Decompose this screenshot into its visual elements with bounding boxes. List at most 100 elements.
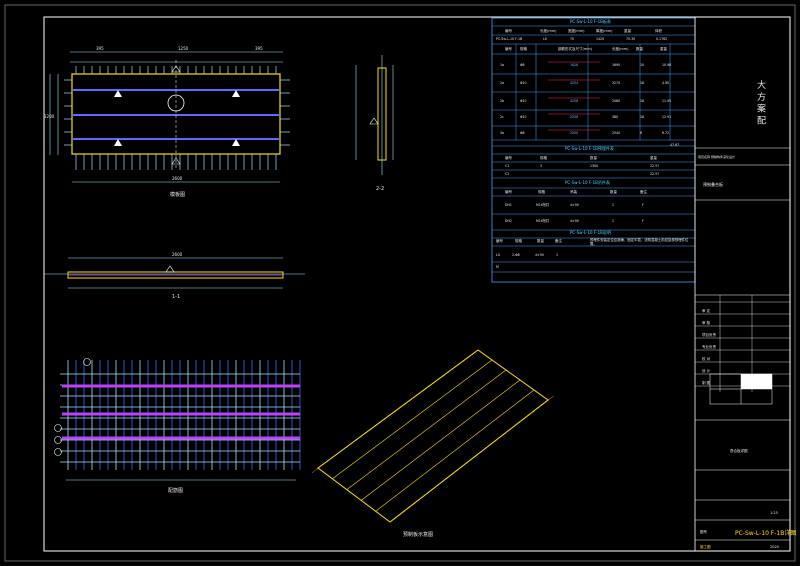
drawing-line (452, 469, 459, 475)
isometric-view: 预制板示意图 (311, 349, 555, 538)
drawing-line (379, 417, 387, 424)
dim-top-1: 395 (96, 46, 104, 51)
drawing-line (528, 410, 535, 415)
plank-h5: 体积 (655, 28, 663, 33)
rebar-table-cell: 2540 (612, 131, 620, 135)
drawing-line (326, 457, 333, 463)
embed-r1c3: 22.57 (650, 172, 659, 176)
rebar-table-cell: 4254 (570, 81, 578, 85)
drawing-line (437, 480, 444, 486)
rebar-table-cell: 2500 (570, 131, 578, 135)
section-1-label: 1-1 (172, 294, 180, 300)
rebar-table-cell: 3270 (612, 81, 620, 85)
drawing-line (509, 425, 516, 430)
embed-table-title: PC-Sw-L-10 F-1B预埋件表 (565, 145, 614, 151)
drawing-line (519, 418, 526, 423)
rebar-table-cell: 18 (640, 115, 644, 119)
rebar-table-cell: 3a (500, 131, 504, 135)
rebar-table-cell: 2b (500, 99, 504, 103)
drawing-line (423, 491, 430, 497)
rebar-table-cell: Φ8 (520, 131, 525, 135)
drawing-line (471, 454, 478, 460)
drawing-line (321, 460, 328, 467)
drawing-line (418, 495, 425, 500)
tb-row-2: 项目负责 (702, 332, 716, 337)
rebar-h1: 规格 (520, 46, 528, 51)
tables-area: PC-Sw-L-10 F-1B板表 编号 长度(mm) 宽度(mm) 厚度(mm… (491, 17, 696, 283)
embed-r0c0: C1 (505, 164, 509, 168)
dim-left: 1200 (44, 114, 55, 119)
drawing-line (457, 360, 464, 366)
rebar-table-cell: 18 (640, 81, 644, 85)
drawing-line (374, 421, 382, 427)
note-r0c0: LG (496, 253, 501, 257)
drawing-line (394, 407, 401, 413)
rebar-table-cell: Φ10 (520, 99, 527, 103)
scale: 1:25 (770, 511, 778, 515)
drawing-line (514, 421, 521, 427)
drawing-line (389, 517, 397, 523)
drawing-line (490, 440, 497, 445)
rebar-table-cell: 10.98 (662, 63, 671, 67)
drawing-line (485, 443, 492, 449)
note-text-wrap: 预埋件安装定位应准确，固定牢靠，浇筑混凝土前应复核预埋件位置。 (590, 238, 689, 247)
lift-r0c4: F (642, 203, 644, 207)
drawing-line (533, 406, 540, 412)
lift-h3: 数量 (610, 189, 618, 194)
rebar-table-cell: 1690 (612, 63, 620, 67)
drawing-line (437, 374, 445, 381)
drawing-line (447, 367, 454, 374)
plank-r0c3: 1420 (596, 37, 604, 41)
drawing-number: PC-Sw-L-10 F-1B详图 (735, 529, 796, 537)
plank-h1: 长度(mm) (540, 28, 557, 33)
dim-bottom: 2600 (172, 176, 183, 181)
note-text: 预埋件安装定位应准确，固定牢靠，浇筑混凝土前应复核预埋件位置。 (590, 238, 689, 247)
drawing-line (447, 473, 454, 478)
plank-r0c0: PC-Sw-L-10 F-1B (496, 37, 522, 41)
embed-r0c2: 1300 (590, 164, 598, 168)
rebar-table-cell: 2080 (612, 99, 620, 103)
project-name: 大 方 案 配 (755, 79, 766, 126)
rebar-table-cell: 6.72 (662, 131, 669, 135)
rebar-table-cell: 4.90 (662, 81, 669, 85)
embed-h2: 数量 (590, 155, 598, 160)
embed-h1: 规格 (540, 155, 548, 160)
tb-row-6: 制 图 (702, 380, 711, 385)
sheet-outer-frame (4, 4, 796, 562)
drawing-line (336, 449, 343, 456)
drawing-line (442, 477, 449, 482)
lift-r1c0: DH2 (505, 219, 512, 223)
section-2-label: 2-2 (376, 186, 384, 192)
drawing-line (456, 466, 464, 471)
drawing-line (466, 458, 473, 464)
rebar-table-cell: 1626 (570, 63, 578, 67)
drawing-title: 叠合板详图 (730, 448, 748, 453)
rebar-h4: 数量 (636, 46, 644, 51)
drawing-line (523, 414, 531, 419)
iso-view-label: 预制板示意图 (403, 531, 433, 538)
drawing-line (399, 403, 406, 409)
drawing-line (461, 462, 468, 467)
plank-h0: 编号 (505, 28, 513, 33)
drawing-line (480, 447, 488, 452)
drawing-line (404, 506, 411, 512)
rebar-h0: 编号 (505, 46, 513, 51)
drawing-line (360, 432, 367, 438)
rebar-h5: 重量 (660, 46, 668, 51)
drawing-line (547, 395, 555, 401)
sheet-no-label: 图号 (700, 529, 708, 534)
drawing-line (384, 414, 391, 420)
plank-r0c5: 0.1762 (656, 37, 667, 41)
sheet-inner-frame (43, 16, 791, 552)
drawing-line (355, 435, 362, 441)
drawing-line (504, 429, 512, 434)
dim-top-2: 1250 (178, 46, 189, 51)
rebar-plan-label: 配筋图 (168, 487, 183, 494)
plank-r0c2: 70 (570, 37, 574, 41)
lift-r1c3: 1 (612, 219, 614, 223)
lift-h4: 备注 (640, 189, 648, 194)
rebar-table-cell: Φ10 (520, 81, 527, 85)
lift-r0c2: 4×90 (570, 203, 579, 207)
note-table-title: PC-Sw-L-10 F-1B说明 (570, 229, 611, 235)
rebar-table-cell: 2a (500, 81, 504, 85)
